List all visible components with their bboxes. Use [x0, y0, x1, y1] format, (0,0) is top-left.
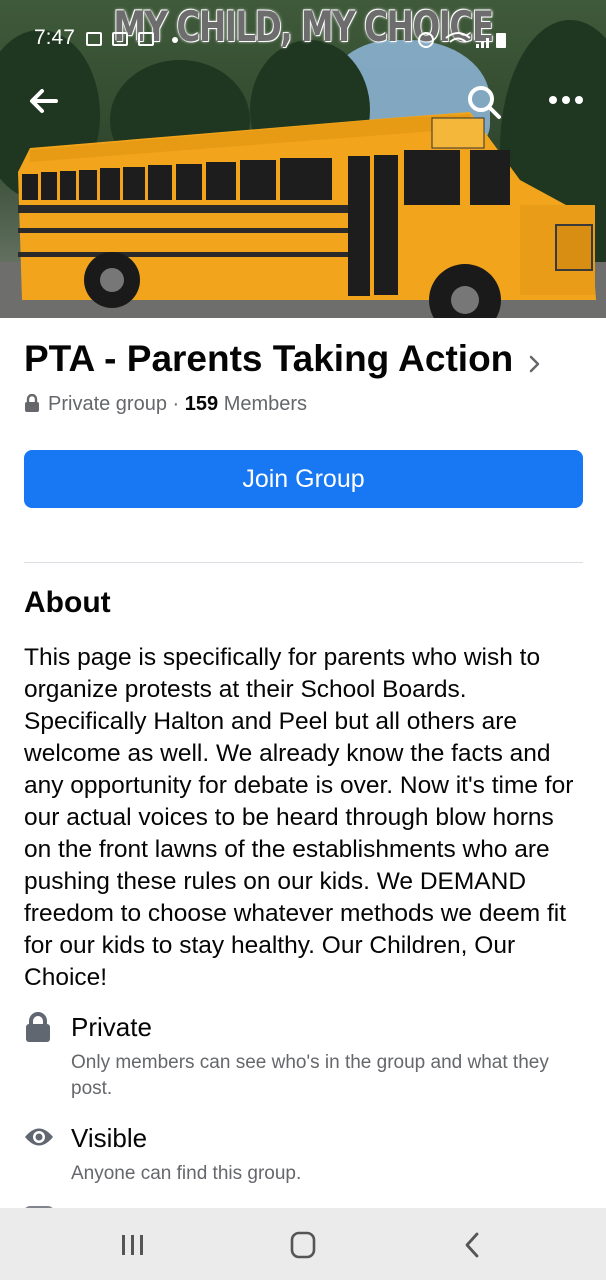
- member-count: 159: [184, 393, 219, 415]
- calendar-icon: [138, 32, 154, 46]
- status-indicators-icon: [418, 32, 489, 48]
- section-divider: [24, 562, 583, 563]
- notification-dot-icon: [172, 37, 178, 43]
- back-arrow-icon[interactable]: [26, 84, 60, 118]
- info-row-visible: Visible Anyone can find this group.: [24, 1123, 584, 1193]
- lock-icon: [25, 394, 39, 412]
- meta-separator: ·: [172, 393, 180, 415]
- status-time: 7:47: [34, 26, 75, 49]
- home-icon[interactable]: [283, 1230, 323, 1260]
- system-navigation-bar: [0, 1208, 606, 1280]
- cover-photo: MY CHILD, MY CHOICE 7:47: [0, 0, 606, 318]
- info-description: Anyone can find this group.: [71, 1163, 302, 1184]
- search-icon[interactable]: [466, 84, 502, 120]
- calendar-icon: [112, 32, 128, 46]
- lock-icon: [26, 1012, 50, 1042]
- more-options-icon[interactable]: [548, 88, 584, 112]
- recent-apps-icon[interactable]: [113, 1230, 153, 1260]
- info-title: Private: [71, 1012, 152, 1042]
- info-row-private: Private Only members can see who's in th…: [24, 1012, 584, 1102]
- eye-icon: [25, 1128, 53, 1146]
- members-label[interactable]: Members: [224, 393, 307, 415]
- group-title[interactable]: PTA - Parents Taking Action: [24, 338, 513, 380]
- status-bar: 7:47: [0, 20, 606, 58]
- gallery-icon: [86, 32, 102, 46]
- about-description: This page is specifically for parents wh…: [24, 644, 574, 991]
- about-heading: About: [24, 586, 111, 619]
- info-title: Visible: [71, 1123, 148, 1153]
- battery-icon: [496, 33, 506, 48]
- info-description: Only members can see who's in the group …: [71, 1052, 549, 1099]
- back-icon[interactable]: [453, 1230, 493, 1260]
- join-group-button[interactable]: Join Group: [24, 450, 583, 508]
- privacy-label: Private group: [48, 393, 167, 415]
- chevron-right-icon[interactable]: [526, 352, 544, 376]
- group-meta: Private group · 159 Members: [24, 393, 307, 416]
